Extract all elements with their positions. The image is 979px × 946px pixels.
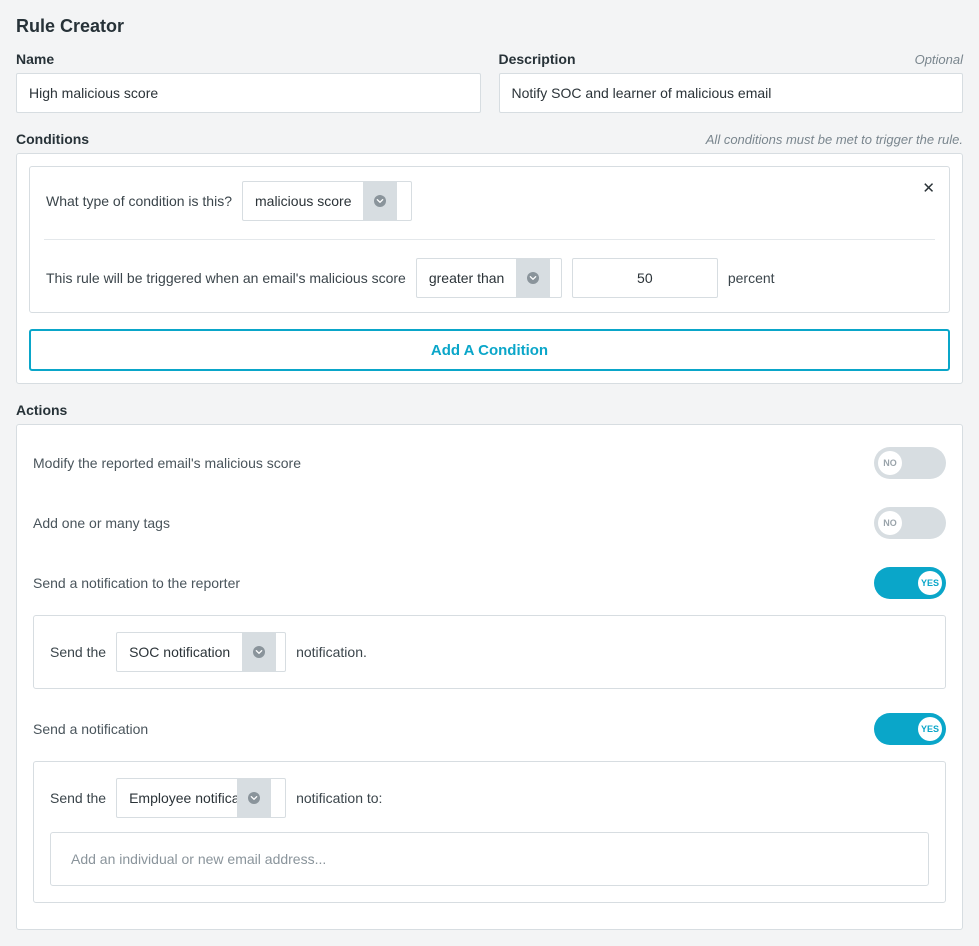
threshold-input[interactable] (572, 258, 718, 298)
name-field: Name (16, 51, 481, 113)
actions-header: Actions (16, 402, 963, 418)
action-send-notification-label: Send a notification (33, 721, 148, 737)
toggle-knob: YES (918, 717, 942, 741)
description-input[interactable] (499, 73, 964, 113)
chevron-down-icon (242, 633, 276, 671)
reporter-template-value: SOC notification (117, 633, 242, 671)
chevron-down-icon (237, 779, 271, 817)
operator-select[interactable]: greater than (416, 258, 562, 298)
reporter-template-suffix: notification. (296, 644, 367, 660)
toggle-send-notification[interactable]: YES (874, 713, 946, 745)
operator-value: greater than (417, 259, 517, 297)
add-condition-button[interactable]: Add A Condition (29, 329, 950, 371)
toggle-modify-score[interactable]: NO (874, 447, 946, 479)
send-the-label-2: Send the (50, 790, 106, 806)
name-input[interactable] (16, 73, 481, 113)
toggle-add-tags[interactable]: NO (874, 507, 946, 539)
conditions-header: Conditions All conditions must be met to… (16, 131, 963, 147)
notification-template-suffix: notification to: (296, 790, 382, 806)
action-notify-reporter-label: Send a notification to the reporter (33, 575, 240, 591)
toggle-knob: NO (878, 511, 902, 535)
description-field: Description Optional (499, 51, 964, 113)
actions-panel: Modify the reported email's malicious sc… (16, 424, 963, 930)
page-title: Rule Creator (16, 16, 963, 37)
threshold-unit: percent (728, 270, 775, 286)
remove-condition-icon[interactable]: ✕ (922, 181, 935, 196)
condition-type-select[interactable]: malicious score (242, 181, 412, 221)
reporter-template-select[interactable]: SOC notification (116, 632, 286, 672)
condition-type-prompt: What type of condition is this? (46, 193, 232, 209)
action-modify-score: Modify the reported email's malicious sc… (33, 433, 946, 493)
chevron-down-icon (363, 182, 397, 220)
description-label: Description (499, 51, 576, 67)
action-modify-score-label: Modify the reported email's malicious sc… (33, 455, 301, 471)
actions-label: Actions (16, 402, 67, 418)
description-hint: Optional (915, 52, 963, 67)
send-the-label: Send the (50, 644, 106, 660)
conditions-label: Conditions (16, 131, 89, 147)
action-add-tags-label: Add one or many tags (33, 515, 170, 531)
chevron-down-icon (516, 259, 550, 297)
condition-threshold-row: This rule will be triggered when an emai… (46, 258, 933, 298)
send-notification-subpanel: Send the Employee notificat notification… (33, 761, 946, 903)
conditions-hint: All conditions must be met to trigger th… (706, 132, 963, 147)
trigger-prefix: This rule will be triggered when an emai… (46, 270, 406, 286)
name-description-row: Name Description Optional (16, 51, 963, 113)
rule-creator-page: Rule Creator Name Description Optional C… (0, 0, 979, 946)
condition-type-value: malicious score (243, 182, 363, 220)
toggle-knob: NO (878, 451, 902, 475)
notification-template-value: Employee notificat (117, 779, 237, 817)
condition-divider (44, 239, 935, 240)
name-label: Name (16, 51, 54, 67)
action-notify-reporter: Send a notification to the reporter YES (33, 553, 946, 613)
recipients-input[interactable]: Add an individual or new email address..… (50, 832, 929, 886)
action-send-notification: Send a notification YES (33, 699, 946, 759)
notify-reporter-subpanel: Send the SOC notification notification. (33, 615, 946, 689)
condition-card: ✕ What type of condition is this? malici… (29, 166, 950, 313)
toggle-notify-reporter[interactable]: YES (874, 567, 946, 599)
action-add-tags: Add one or many tags NO (33, 493, 946, 553)
conditions-panel: ✕ What type of condition is this? malici… (16, 153, 963, 384)
condition-type-row: What type of condition is this? maliciou… (46, 181, 933, 221)
toggle-knob: YES (918, 571, 942, 595)
notification-template-select[interactable]: Employee notificat (116, 778, 286, 818)
